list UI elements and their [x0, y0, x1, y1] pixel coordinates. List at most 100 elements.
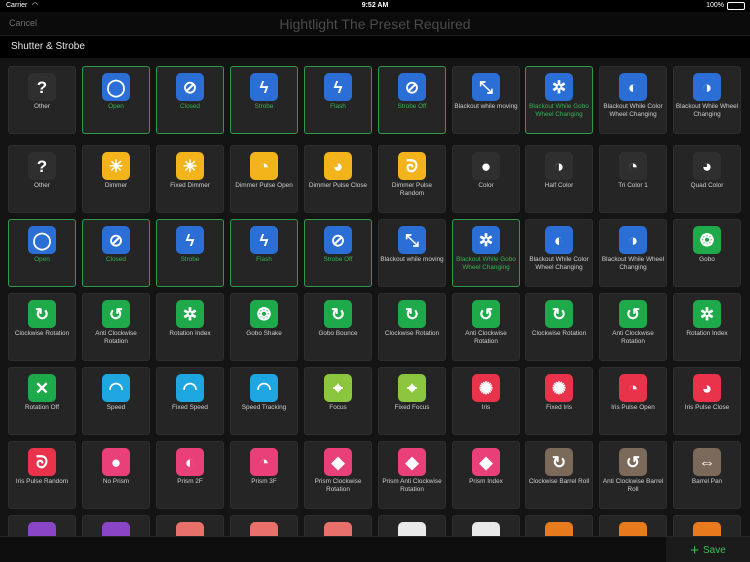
preset-tile[interactable]: ⤡ Blackout while moving	[452, 66, 520, 134]
preset-tile[interactable]	[82, 515, 150, 536]
preset-tile[interactable]: ◠ Speed	[82, 367, 150, 435]
preset-tile[interactable]: ◑ Blackout While Wheel Changing	[599, 219, 667, 287]
preset-tile[interactable]: ϟ Flash	[304, 66, 372, 134]
preset-tile[interactable]: ⊘ Closed	[82, 219, 150, 287]
preset-tile[interactable]: ϟ Strobe	[230, 66, 298, 134]
preset-tile[interactable]	[230, 515, 298, 536]
preset-tile[interactable]: ◠ Speed Tracking	[230, 367, 298, 435]
preset-tile[interactable]: ◯ Open	[82, 66, 150, 134]
preset-tile[interactable]: ϟ Flash	[230, 219, 298, 287]
preset-label: Other	[34, 103, 50, 110]
preset-tile[interactable]: ⇔ Barrel Pan	[673, 441, 741, 509]
preset-tile[interactable]: ● Color	[452, 145, 520, 213]
fixed-dimmer-icon: ☀	[176, 152, 204, 180]
preset-tile[interactable]: ◕ Quad Color	[673, 145, 741, 213]
shutter-closed-icon: ⊘	[176, 73, 204, 101]
save-button[interactable]: + Save	[666, 537, 750, 562]
preset-tile[interactable]: ↻ Clockwise Barrel Roll	[525, 441, 593, 509]
preset-tile[interactable]	[8, 515, 76, 536]
preset-tile[interactable]: ◐ Blackout While Color Wheel Changing	[599, 66, 667, 134]
preset-tile[interactable]: ↻ Clockwise Rotation	[525, 293, 593, 361]
preset-tile[interactable]	[378, 515, 446, 536]
preset-tile[interactable]: ◠ Fixed Speed	[156, 367, 224, 435]
preset-tile[interactable]: ⊘ Closed	[156, 66, 224, 134]
preset-tile[interactable]: ☀ Dimmer	[82, 145, 150, 213]
preset-tile[interactable]	[599, 515, 667, 536]
preset-tile[interactable]: ϟ Strobe	[156, 219, 224, 287]
preset-tile[interactable]: ᘐ Dimmer Pulse Random	[378, 145, 446, 213]
preset-tile[interactable]: ⤡ Blackout while moving	[378, 219, 446, 287]
preset-tile[interactable]: ● No Prism	[82, 441, 150, 509]
preset-tile[interactable]: ↺ Anti Clockwise Rotation	[452, 293, 520, 361]
preset-label: Gobo Shake	[246, 330, 282, 337]
preset-tile[interactable]: ᘐ Iris Pulse Random	[8, 441, 76, 509]
preset-label: Prism 2F	[177, 478, 203, 485]
preset-tile[interactable]	[304, 515, 372, 536]
preset-tile[interactable]: ✲ Rotation Index	[673, 293, 741, 361]
blackout-wheel-icon: ◑	[619, 226, 647, 254]
preset-tile[interactable]: ◐ Blackout While Color Wheel Changing	[525, 219, 593, 287]
preset-label: Blackout While Color Wheel Changing	[529, 256, 589, 271]
preset-tile[interactable]: ✺ Fixed Iris	[525, 367, 593, 435]
clockwise-rotation-icon: ↻	[398, 300, 426, 328]
preset-tile[interactable]: ⊘ Strobe Off	[304, 219, 372, 287]
preset-tile[interactable]: ? Other	[8, 145, 76, 213]
preset-tile[interactable]: ↻ Gobo Bounce	[304, 293, 372, 361]
quad-color-icon: ◕	[693, 152, 721, 180]
preset-label: Closed	[180, 103, 200, 110]
strobe-icon: ϟ	[176, 226, 204, 254]
partial-white-icon	[398, 522, 426, 536]
preset-tile[interactable]: ↺ Anti Clockwise Rotation	[599, 293, 667, 361]
preset-label: Prism Clockwise Rotation	[314, 478, 362, 493]
preset-tile[interactable]: ⊘ Strobe Off	[378, 66, 446, 134]
preset-tile[interactable]: ↺ Anti Clockwise Barrel Roll	[599, 441, 667, 509]
preset-tile[interactable]	[525, 515, 593, 536]
preset-tile[interactable]: ◆ Prism Anti Clockwise Rotation	[378, 441, 446, 509]
preset-tile[interactable]: ✕ Rotation Off	[8, 367, 76, 435]
preset-tile[interactable]	[156, 515, 224, 536]
shutter-open-icon: ◯	[102, 73, 130, 101]
preset-tile[interactable]: ❂ Gobo	[673, 219, 741, 287]
shutter-open-icon: ◯	[28, 226, 56, 254]
tri-color-icon: ◔	[619, 152, 647, 180]
partial-white-icon	[472, 522, 500, 536]
preset-tile[interactable]: ◔ Iris Pulse Open	[599, 367, 667, 435]
preset-tile[interactable]: ? Other	[8, 66, 76, 134]
preset-tile[interactable]: ◕ Dimmer Pulse Close	[304, 145, 372, 213]
preset-label: Flash	[330, 103, 346, 110]
partial-orange-icon	[693, 522, 721, 536]
preset-tile[interactable]: ◐ Prism 2F	[156, 441, 224, 509]
preset-tile[interactable]: ✺ Iris	[452, 367, 520, 435]
preset-tile[interactable]: ◑ Blackout While Wheel Changing	[673, 66, 741, 134]
preset-tile[interactable]: ◔ Tri Color 1	[599, 145, 667, 213]
speed-tracking-icon: ◠	[250, 374, 278, 402]
preset-tile[interactable]: ◕ Iris Pulse Close	[673, 367, 741, 435]
preset-tile[interactable]: ✲ Blackout While Gobo Wheel Changing	[452, 219, 520, 287]
preset-tile[interactable]: ❂ Gobo Shake	[230, 293, 298, 361]
preset-tile[interactable]	[452, 515, 520, 536]
preset-label: Other	[34, 182, 50, 189]
preset-label: Clockwise Rotation	[531, 330, 587, 337]
preset-tile[interactable]: ☀ Fixed Dimmer	[156, 145, 224, 213]
preset-label: Iris Pulse Open	[611, 404, 655, 411]
preset-tile[interactable]: ◑ Half Color	[525, 145, 593, 213]
preset-tile[interactable]: ◔ Dimmer Pulse Open	[230, 145, 298, 213]
preset-tile[interactable]	[673, 515, 741, 536]
status-bar: Carrier ◠ 9:52 AM 100%	[0, 0, 750, 12]
preset-tile[interactable]: ✲ Blackout While Gobo Wheel Changing	[525, 66, 593, 134]
preset-tile[interactable]: ◆ Prism Clockwise Rotation	[304, 441, 372, 509]
preset-tile[interactable]: ↻ Clockwise Rotation	[378, 293, 446, 361]
preset-tile[interactable]: ✲ Rotation Index	[156, 293, 224, 361]
preset-tile[interactable]: ◔ Prism 3F	[230, 441, 298, 509]
preset-tile[interactable]: ⌖ Fixed Focus	[378, 367, 446, 435]
preset-tile[interactable]: ◯ Open	[8, 219, 76, 287]
preset-tile[interactable]: ↺ Anti Clockwise Rotation	[82, 293, 150, 361]
preset-grid[interactable]: ? Other ◯ Open ⊘ Closed ϟ Strobe ϟ Flash ⊘ Strobe O…	[0, 58, 750, 536]
preset-tile[interactable]: ⌖ Focus	[304, 367, 372, 435]
prism-anticlockwise-icon: ◆	[398, 448, 426, 476]
preset-tile[interactable]: ↻ Clockwise Rotation	[8, 293, 76, 361]
preset-tile[interactable]: ◆ Prism Index	[452, 441, 520, 509]
partial-salmon-icon	[176, 522, 204, 536]
iris-icon: ✺	[472, 374, 500, 402]
anticlockwise-rotation-icon: ↺	[619, 300, 647, 328]
